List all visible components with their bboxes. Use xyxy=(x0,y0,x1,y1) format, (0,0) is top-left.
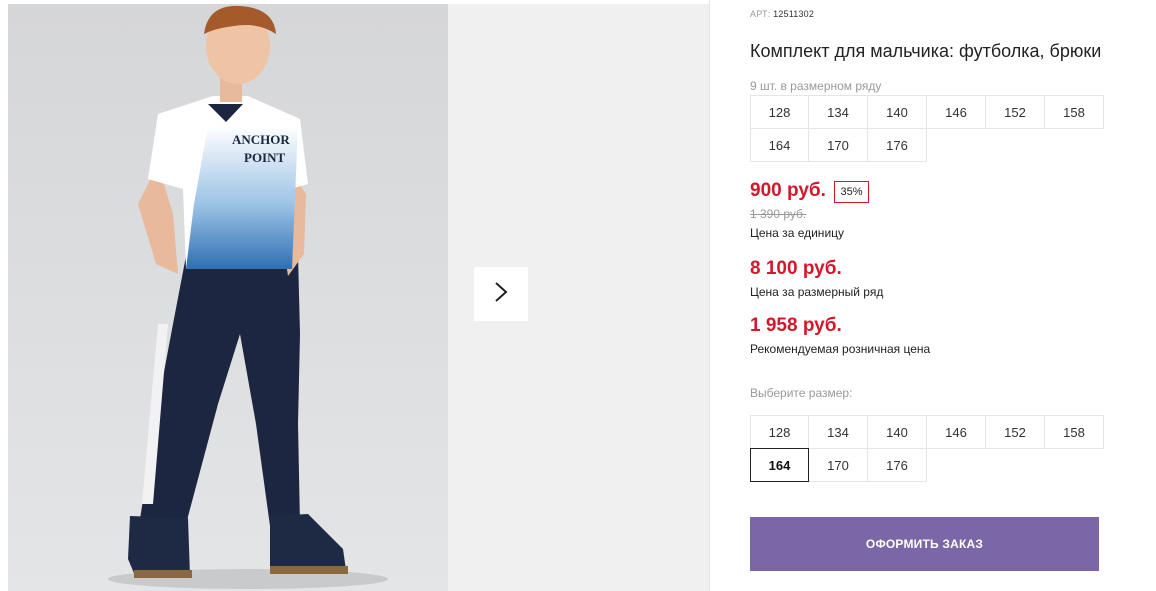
svg-text:POINT: POINT xyxy=(244,150,286,165)
next-image-button[interactable] xyxy=(474,267,528,321)
size-option[interactable]: 128 xyxy=(750,415,809,449)
choose-size-label: Выберите размер: xyxy=(750,386,853,400)
size-row-item: 164 xyxy=(750,128,809,162)
size-row-item: 152 xyxy=(985,95,1045,129)
row-price: 8 100 руб. xyxy=(750,258,842,279)
product-photo[interactable]: ANCHOR POINT xyxy=(8,4,448,591)
old-price: 1 390 руб. xyxy=(750,207,807,221)
size-option[interactable]: 152 xyxy=(985,415,1045,449)
size-row-item: 158 xyxy=(1044,95,1104,129)
boy-illustration: ANCHOR POINT xyxy=(8,4,448,591)
unit-price-label: Цена за единицу xyxy=(750,226,845,240)
size-row-item: 134 xyxy=(808,95,868,129)
discount-badge: 35% xyxy=(834,181,869,203)
svg-text:ANCHOR: ANCHOR xyxy=(232,132,290,147)
product-gallery: ANCHOR POINT xyxy=(8,4,710,591)
size-count: 9 шт. в размерном ряду xyxy=(750,79,882,93)
size-option[interactable]: 134 xyxy=(808,415,868,449)
size-option[interactable]: 158 xyxy=(1044,415,1104,449)
unit-price: 900 руб. xyxy=(750,180,826,201)
divider xyxy=(709,0,710,591)
size-option-selected[interactable]: 164 xyxy=(750,448,809,482)
size-selector: 128 134 140 146 152 158 164 170 176 xyxy=(750,415,1105,482)
article-value: 12511302 xyxy=(773,9,815,19)
size-row-item: 140 xyxy=(867,95,927,129)
retail-price: 1 958 руб. xyxy=(750,315,842,336)
product-title: Комплект для мальчика: футболка, брюки xyxy=(750,41,1102,61)
place-order-button[interactable]: ОФОРМИТЬ ЗАКАЗ xyxy=(750,517,1099,571)
article-number: АРТ: 12511302 xyxy=(750,9,814,19)
size-option[interactable]: 146 xyxy=(926,415,986,449)
size-row-item: 146 xyxy=(926,95,986,129)
size-option[interactable]: 176 xyxy=(867,448,927,482)
row-price-label: Цена за размерный ряд xyxy=(750,285,884,299)
chevron-right-icon xyxy=(494,281,508,308)
article-label: АРТ: xyxy=(750,9,771,19)
size-option[interactable]: 170 xyxy=(808,448,868,482)
size-option[interactable]: 140 xyxy=(867,415,927,449)
size-row-grid: 128 134 140 146 152 158 164 170 176 xyxy=(750,95,1105,162)
size-row-item: 176 xyxy=(867,128,927,162)
retail-price-label: Рекомендуемая розничная цена xyxy=(750,342,931,356)
size-row-item: 170 xyxy=(808,128,868,162)
size-row-item: 128 xyxy=(750,95,809,129)
